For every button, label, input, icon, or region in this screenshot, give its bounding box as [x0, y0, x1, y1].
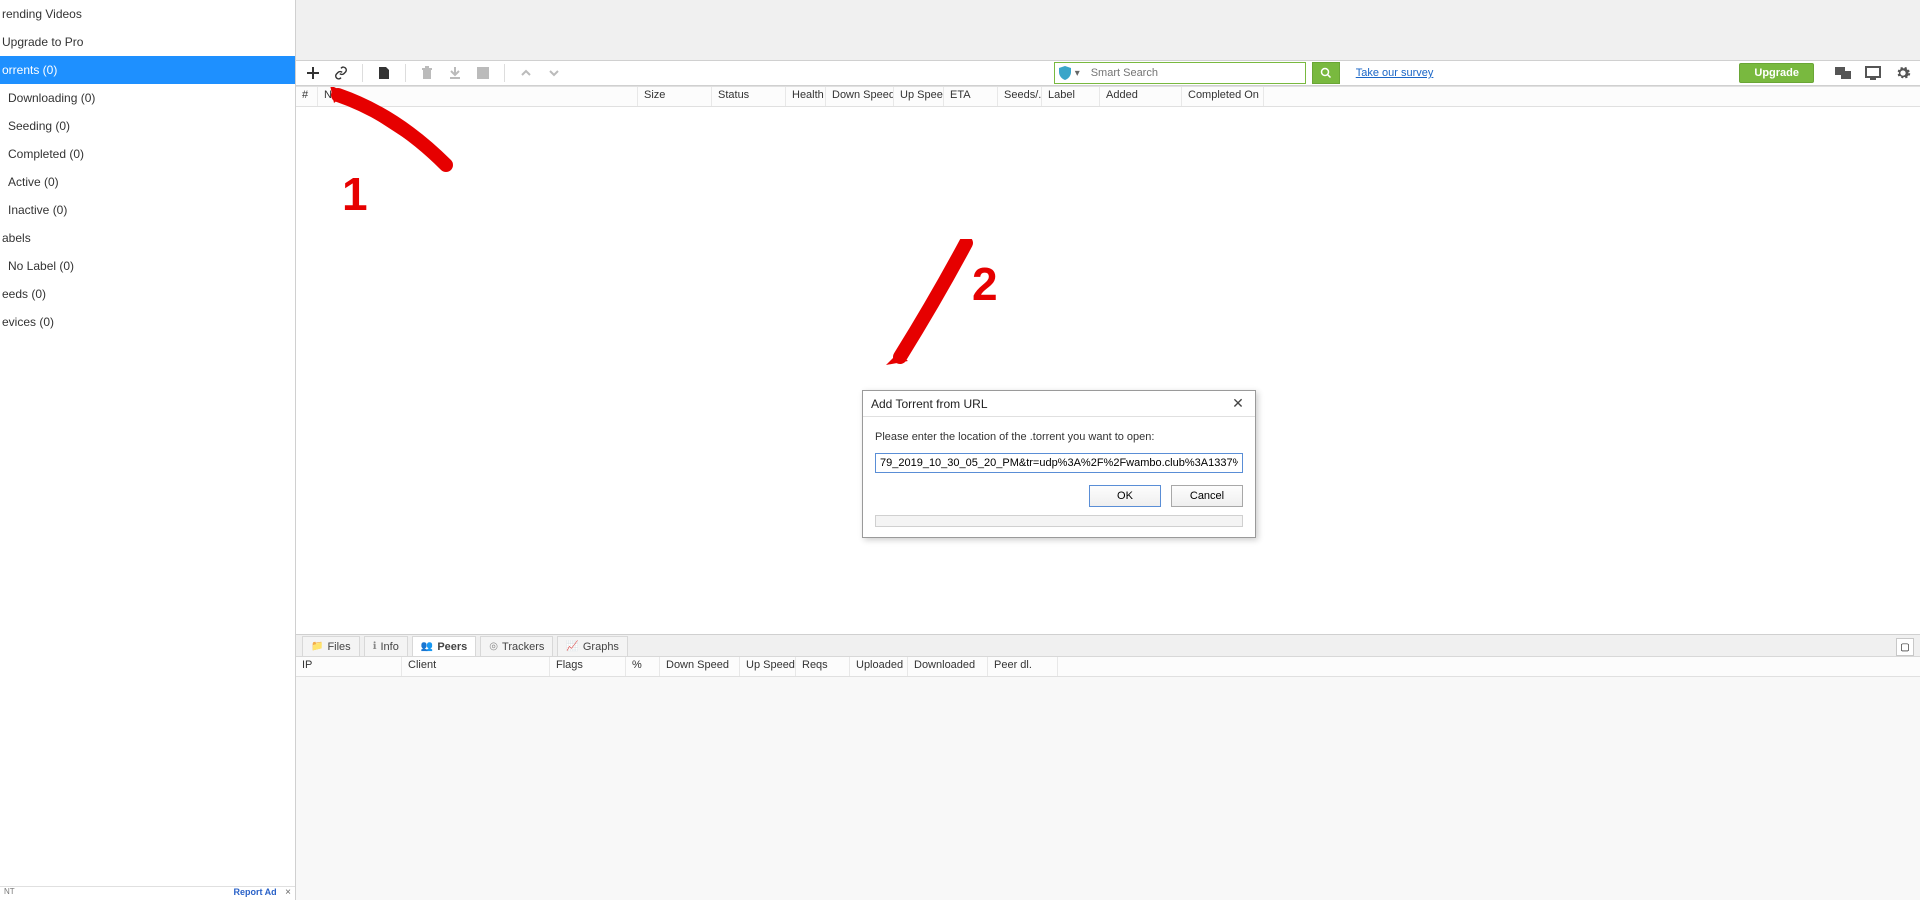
- tab-files[interactable]: 📁 Files: [302, 636, 360, 656]
- delete-button[interactable]: [416, 62, 438, 84]
- tab-label: Files: [327, 641, 350, 653]
- dialog-close-button[interactable]: ✕: [1229, 395, 1247, 413]
- column-header[interactable]: Up Speed: [894, 87, 944, 106]
- report-ad-link[interactable]: Report Ad: [233, 887, 276, 897]
- dialog-title: Add Torrent from URL: [871, 397, 988, 411]
- annotation-number-1: 1: [342, 167, 368, 221]
- move-up-button[interactable]: [515, 62, 537, 84]
- column-header[interactable]: Size: [638, 87, 712, 106]
- create-torrent-button[interactable]: [373, 62, 395, 84]
- add-url-button[interactable]: [330, 62, 352, 84]
- sidebar-item-completed[interactable]: Completed (0): [0, 140, 295, 168]
- sidebar-head-labels[interactable]: abels: [0, 224, 295, 252]
- sidebar: rending Videos Upgrade to Pro orrents (0…: [0, 0, 296, 900]
- search-box: ▾: [1054, 62, 1306, 84]
- peers-column-header[interactable]: Flags: [550, 657, 626, 676]
- details-tabs: 📁 Files ℹ Info 👥 Peers ◎ Trackers 📈 Graphs ▢: [296, 635, 1920, 657]
- remote-icon[interactable]: [1862, 62, 1884, 84]
- settings-icon[interactable]: [1892, 62, 1914, 84]
- url-input[interactable]: [875, 453, 1243, 473]
- sidebar-label-item[interactable]: No Label (0): [0, 252, 295, 280]
- column-header[interactable]: Added: [1100, 87, 1182, 106]
- annotation-arrow-2: [886, 239, 1006, 374]
- ad-close-icon[interactable]: ×: [285, 887, 291, 898]
- tab-label: Peers: [437, 641, 467, 653]
- column-header[interactable]: Seeds/...: [998, 87, 1042, 106]
- sidebar-item-active[interactable]: Active (0): [0, 168, 295, 196]
- tab-peers[interactable]: 👥 Peers: [412, 636, 476, 656]
- peers-column-header[interactable]: Reqs: [796, 657, 850, 676]
- peers-column-header[interactable]: Downloaded: [908, 657, 988, 676]
- move-down-button[interactable]: [543, 62, 565, 84]
- peers-column-header[interactable]: IP: [296, 657, 402, 676]
- column-header[interactable]: Status: [712, 87, 786, 106]
- ok-button[interactable]: OK: [1089, 485, 1161, 507]
- column-header[interactable]: Down Speed: [826, 87, 894, 106]
- peers-column-header[interactable]: Uploaded: [850, 657, 908, 676]
- survey-link[interactable]: Take our survey: [1356, 67, 1434, 79]
- ad-tag: NT: [4, 887, 15, 900]
- peers-column-header[interactable]: Up Speed: [740, 657, 796, 676]
- peers-column-header[interactable]: Peer dl.: [988, 657, 1058, 676]
- dialog-prompt: Please enter the location of the .torren…: [875, 431, 1243, 443]
- sidebar-head-devices[interactable]: evices (0): [0, 308, 295, 336]
- tab-trackers[interactable]: ◎ Trackers: [480, 636, 553, 656]
- peers-column-header[interactable]: %: [626, 657, 660, 676]
- add-url-dialog: Add Torrent from URL ✕ Please enter the …: [862, 390, 1256, 538]
- graphs-icon: 📈: [566, 641, 578, 652]
- sidebar-item-downloading[interactable]: Downloading (0): [0, 84, 295, 112]
- shield-icon: [1055, 66, 1075, 80]
- tab-graphs[interactable]: 📈 Graphs: [557, 636, 628, 656]
- column-header[interactable]: Completed On: [1182, 87, 1264, 106]
- peers-column-header[interactable]: Client: [402, 657, 550, 676]
- start-button[interactable]: [444, 62, 466, 84]
- cancel-button[interactable]: Cancel: [1171, 485, 1243, 507]
- column-header[interactable]: Label: [1042, 87, 1100, 106]
- column-header[interactable]: #: [296, 87, 318, 106]
- column-headers[interactable]: #NSizeStatusHealthDown SpeedUp SpeedETAS…: [296, 87, 1920, 107]
- files-icon: 📁: [311, 641, 323, 652]
- column-header[interactable]: Health: [786, 87, 826, 106]
- chat-icon[interactable]: [1832, 62, 1854, 84]
- tab-info[interactable]: ℹ Info: [364, 636, 408, 656]
- main-area: ▾ Take our survey Upgrade #NS: [296, 0, 1920, 900]
- peers-column-header[interactable]: Down Speed: [660, 657, 740, 676]
- tab-label: Trackers: [502, 641, 544, 653]
- add-torrent-button[interactable]: [302, 62, 324, 84]
- dialog-progress-bar: [875, 515, 1243, 527]
- sidebar-item-inactive[interactable]: Inactive (0): [0, 196, 295, 224]
- details-pane: 📁 Files ℹ Info 👥 Peers ◎ Trackers 📈 Graphs ▢ IPCli…: [296, 634, 1920, 900]
- sidebar-item-trending[interactable]: rending Videos: [0, 0, 295, 28]
- peers-column-headers[interactable]: IPClientFlags%Down SpeedUp SpeedReqsUplo…: [296, 657, 1920, 677]
- stop-button[interactable]: [472, 62, 494, 84]
- upgrade-button[interactable]: Upgrade: [1739, 63, 1814, 83]
- dialog-titlebar: Add Torrent from URL ✕: [863, 391, 1255, 417]
- toolbar: ▾ Take our survey Upgrade: [296, 60, 1920, 86]
- expand-details-button[interactable]: ▢: [1896, 638, 1914, 656]
- column-header[interactable]: N: [318, 87, 638, 106]
- tab-label: Info: [381, 641, 399, 653]
- search-provider-dropdown[interactable]: ▾: [1075, 68, 1087, 79]
- torrent-list: #NSizeStatusHealthDown SpeedUp SpeedETAS…: [296, 86, 1920, 634]
- annotation-number-2: 2: [972, 257, 998, 311]
- peers-icon: 👥: [421, 641, 433, 652]
- sidebar-item-upgradepro[interactable]: Upgrade to Pro: [0, 28, 295, 56]
- search-input[interactable]: [1087, 67, 1305, 79]
- sidebar-item-torrents[interactable]: orrents (0): [0, 56, 295, 84]
- search-button[interactable]: [1312, 62, 1340, 84]
- tab-label: Graphs: [583, 641, 619, 653]
- info-icon: ℹ: [373, 641, 377, 652]
- trackers-icon: ◎: [489, 641, 498, 652]
- column-header[interactable]: ETA: [944, 87, 998, 106]
- ad-strip: NT Report Ad ×: [0, 886, 295, 900]
- sidebar-head-feeds[interactable]: eeds (0): [0, 280, 295, 308]
- sidebar-item-seeding[interactable]: Seeding (0): [0, 112, 295, 140]
